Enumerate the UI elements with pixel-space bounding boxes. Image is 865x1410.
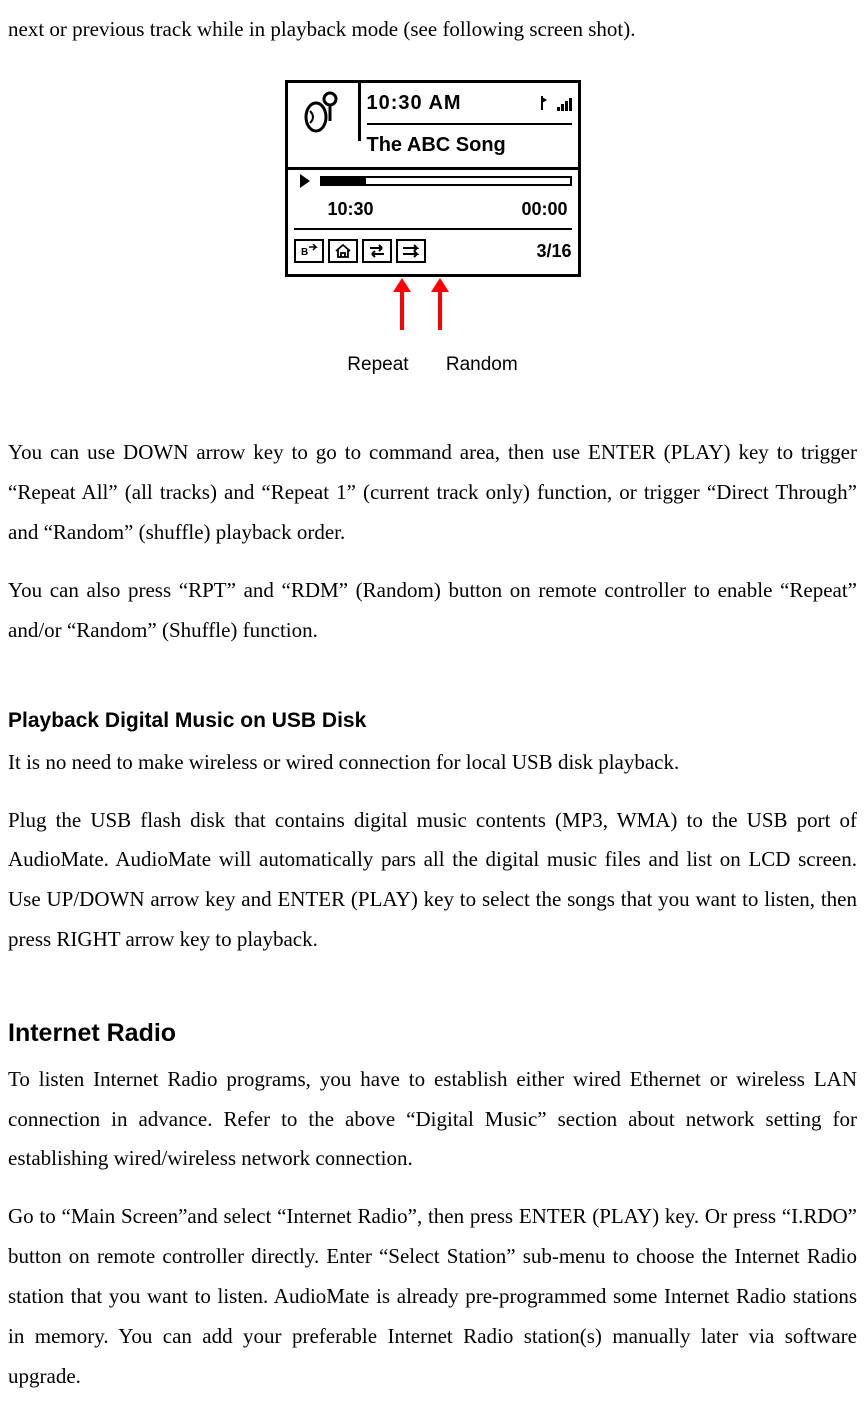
elapsed-time: 10:30	[328, 192, 374, 226]
remaining-time: 00:00	[521, 192, 567, 226]
intro-text: next or previous track while in playback…	[8, 10, 857, 50]
heading-usb: Playback Digital Music on USB Disk	[8, 701, 857, 741]
track-count: 3/16	[536, 234, 571, 268]
paragraph-usb-2: Plug the USB flash disk that contains di…	[8, 801, 857, 961]
label-repeat: Repeat	[347, 347, 408, 383]
random-icon	[396, 239, 426, 263]
home-icon	[328, 239, 358, 263]
arrow-random	[438, 290, 442, 330]
paragraph-repeat-keys: You can use DOWN arrow key to go to comm…	[8, 433, 857, 553]
device-screenshot: 10:30 AM The ABC Song 10:30 00:00	[8, 80, 857, 277]
paragraph-remote: You can also press “RPT” and “RDM” (Rand…	[8, 571, 857, 651]
arrow-repeat	[400, 290, 404, 330]
song-title: The ABC Song	[367, 125, 572, 167]
clock-time: 10:30 AM	[367, 84, 462, 122]
heading-internet-radio: Internet Radio	[8, 1010, 857, 1058]
lcd-screen: 10:30 AM The ABC Song 10:30 00:00	[285, 80, 581, 277]
mode-b-icon: B	[294, 239, 324, 263]
paragraph-usb-1: It is no need to make wireless or wired …	[8, 743, 857, 783]
play-icon	[300, 174, 310, 188]
svg-text:B: B	[301, 247, 308, 258]
progress-bar	[320, 176, 572, 186]
repeat-icon	[362, 239, 392, 263]
label-random: Random	[446, 347, 518, 383]
callout-arrows	[8, 292, 857, 347]
speaker-icon	[288, 83, 361, 141]
paragraph-radio-2: Go to “Main Screen”and select “Internet …	[8, 1197, 857, 1396]
paragraph-radio-1: To listen Internet Radio programs, you h…	[8, 1060, 857, 1180]
signal-icon	[539, 95, 572, 111]
